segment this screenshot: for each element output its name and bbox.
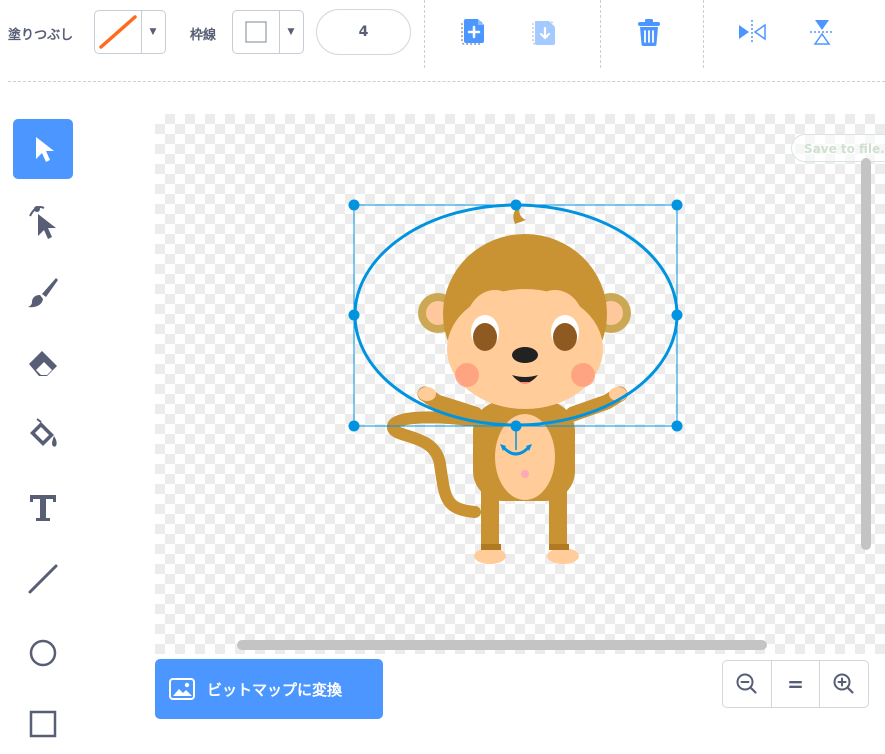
toolbar-bottom-divider	[8, 81, 885, 82]
toolbar-separator	[424, 0, 425, 68]
stage-drawing[interactable]	[155, 114, 885, 654]
stroke-width-input[interactable]: 4	[316, 9, 411, 55]
resize-handle[interactable]	[348, 309, 360, 321]
eraser-tool[interactable]	[13, 334, 73, 394]
toolbar-separator	[703, 0, 704, 68]
circle-tool[interactable]	[13, 623, 73, 683]
zoom-in-button[interactable]	[819, 661, 868, 707]
paint-canvas[interactable]: Save to file...	[155, 114, 885, 654]
zoom-out-button[interactable]	[723, 661, 771, 707]
outline-dropdown-arrow-icon[interactable]: ▼	[279, 11, 302, 53]
fill-label: 塗りつぶし	[8, 28, 74, 43]
paint-bucket-icon	[30, 418, 57, 447]
text-tool[interactable]	[13, 477, 73, 537]
fill-tool[interactable]	[13, 405, 73, 465]
horizontal-scrollbar[interactable]	[237, 640, 767, 650]
resize-handle[interactable]	[348, 199, 360, 211]
resize-handle[interactable]	[671, 420, 683, 432]
delete-icon[interactable]	[633, 16, 665, 48]
flip-horizontal-icon[interactable]	[736, 16, 768, 48]
outline-color-picker[interactable]: ▼	[232, 10, 304, 54]
select-tool[interactable]	[13, 119, 73, 179]
zoom-reset-button[interactable]: =	[770, 661, 820, 707]
brush-icon	[28, 278, 58, 308]
convert-to-bitmap-label: ビットマップに変換	[207, 680, 343, 699]
zoom-in-icon	[833, 673, 854, 694]
zoom-out-icon	[736, 673, 757, 694]
flip-vertical-icon[interactable]	[807, 16, 839, 48]
outline-label: 枠線	[190, 28, 217, 43]
bitmap-image-icon	[169, 678, 195, 700]
zoom-reset-label: =	[787, 672, 804, 696]
reshape-tool[interactable]	[13, 190, 73, 250]
circle-icon	[29, 639, 57, 667]
fill-color-picker[interactable]: ▼	[94, 10, 166, 54]
outline-swatch[interactable]	[233, 11, 279, 53]
resize-handle[interactable]	[671, 199, 683, 211]
fill-swatch[interactable]	[95, 11, 141, 53]
resize-handle[interactable]	[348, 420, 360, 432]
reshape-icon	[29, 206, 56, 239]
vertical-scrollbar[interactable]	[861, 158, 871, 550]
fill-dropdown-arrow-icon[interactable]: ▼	[141, 11, 164, 53]
resize-handle[interactable]	[671, 309, 683, 321]
rectangle-tool[interactable]	[13, 694, 73, 754]
toolbar-separator	[600, 0, 601, 68]
rectangle-icon	[29, 710, 57, 738]
line-icon	[28, 564, 58, 594]
arrow-cursor-icon	[36, 137, 54, 162]
eraser-icon	[29, 351, 57, 376]
convert-to-bitmap-button[interactable]: ビットマップに変換	[155, 659, 383, 719]
resize-handle[interactable]	[510, 199, 522, 211]
line-tool[interactable]	[13, 549, 73, 609]
brush-tool[interactable]	[13, 262, 73, 322]
zoom-controls: =	[722, 660, 869, 708]
paste-icon[interactable]	[529, 16, 561, 48]
monkey-sprite[interactable]	[387, 206, 631, 564]
paint-toolbar: 塗りつぶし ▼ 枠線 ▼ 4	[0, 0, 885, 82]
copy-icon[interactable]	[458, 16, 490, 48]
text-icon	[30, 495, 56, 521]
